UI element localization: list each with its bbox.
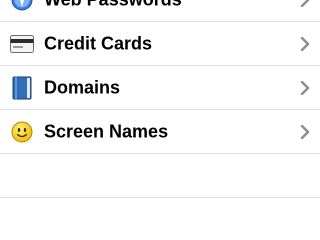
smiley-face-icon <box>10 120 34 144</box>
list-item-label: Credit Cards <box>44 33 153 53</box>
list-item-label: Screen Names <box>44 121 169 141</box>
list-item-web-passwords[interactable]: Web Passwords <box>0 0 320 22</box>
list-item-label: Web Passwords <box>44 0 182 10</box>
credit-card-icon <box>10 32 34 56</box>
settings-list: Web Passwords Credit Cards <box>0 0 320 198</box>
list-item-credit-cards[interactable]: Credit Cards <box>0 22 320 66</box>
list-item-domains[interactable]: Domains <box>0 66 320 110</box>
chevron-right-icon <box>300 124 310 139</box>
chevron-right-icon <box>300 0 310 7</box>
screen: Web Passwords Credit Cards <box>0 0 320 240</box>
book-icon <box>10 76 34 100</box>
chevron-right-icon <box>300 36 310 51</box>
compass-icon <box>10 0 34 12</box>
empty-row <box>0 154 320 198</box>
list-item-label: Domains <box>44 77 121 97</box>
list-item-screen-names[interactable]: Screen Names <box>0 110 320 154</box>
chevron-right-icon <box>300 80 310 95</box>
